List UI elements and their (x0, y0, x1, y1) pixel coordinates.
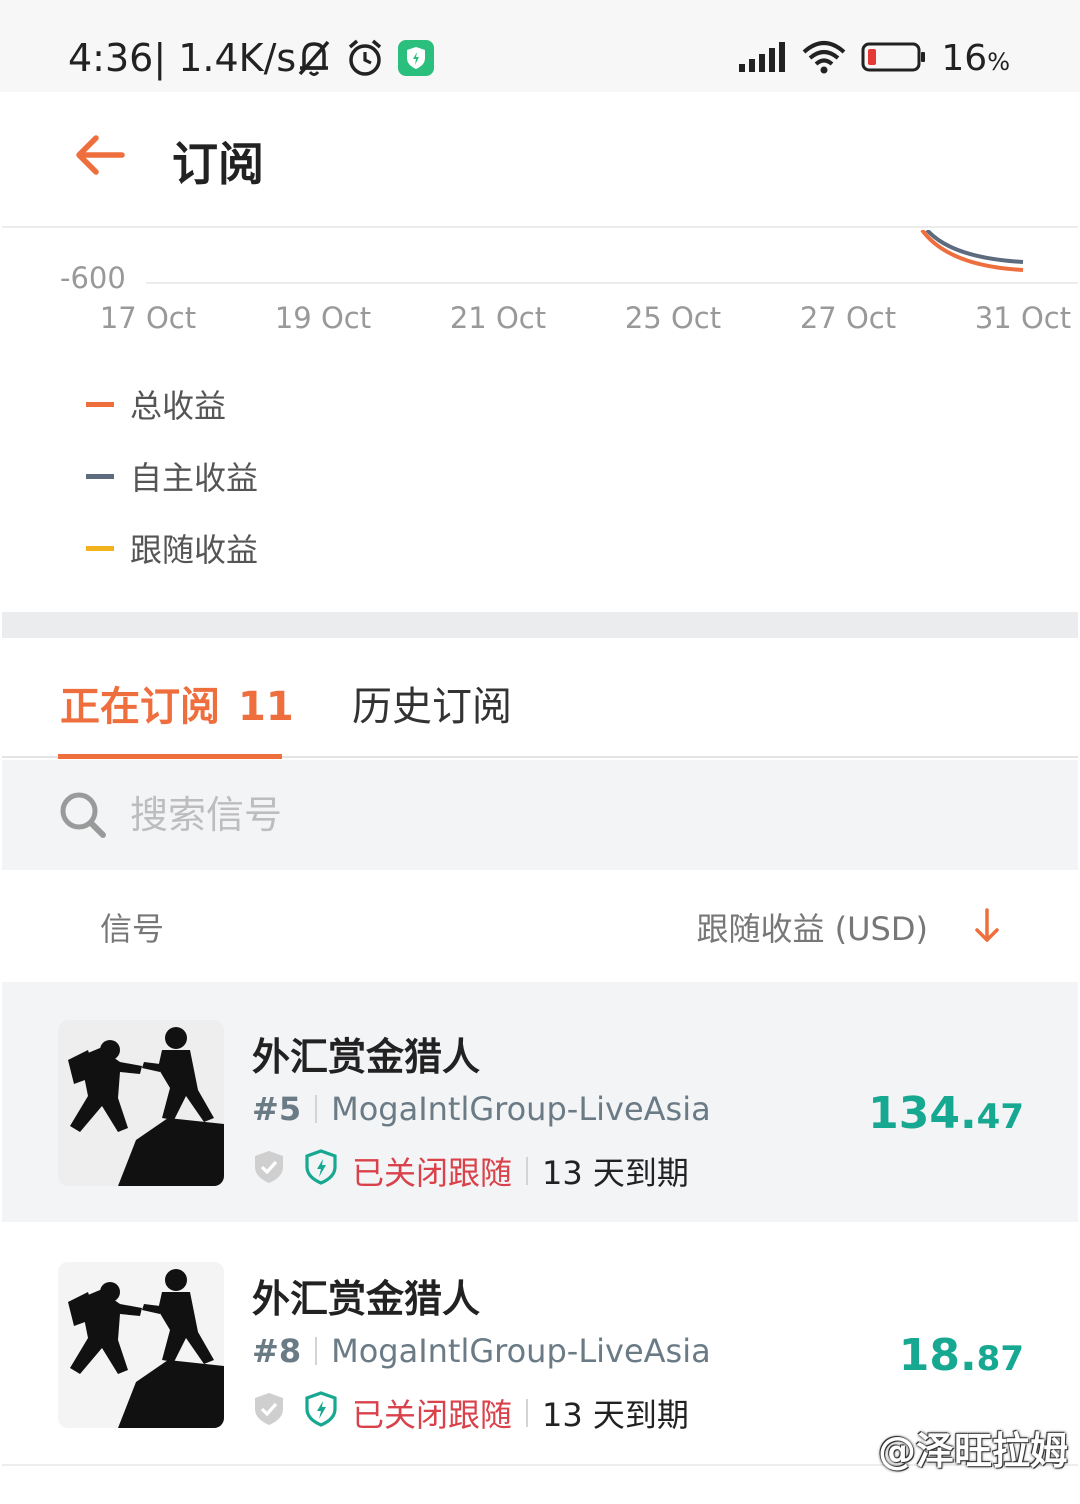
tab-count: 11 (238, 684, 294, 730)
subscription-tabs: 正在订阅 11 历史订阅 (2, 638, 1078, 759)
signal-status: 已关闭跟随 13 天到期 (252, 1148, 689, 1194)
signal-rank: #5 (252, 1090, 302, 1128)
legend-label: 总收益 (130, 387, 227, 425)
x-tick-label: 27 Oct (800, 301, 896, 335)
legend-item-self[interactable]: 自主收益 (86, 440, 258, 512)
profit-decimal: 47 (976, 1097, 1024, 1137)
signal-name: 外汇赏金猎人 (252, 1277, 481, 1321)
signal-icon (739, 41, 787, 76)
x-tick-label: 31 Oct (975, 301, 1071, 335)
shield-check-icon (252, 1149, 286, 1193)
divider (526, 1157, 529, 1185)
tab-history-subscriptions[interactable]: 历史订阅 (352, 674, 512, 732)
x-tick-label: 17 Oct (100, 301, 196, 335)
follow-profit: 18.87 (899, 1330, 1024, 1381)
signal-server: MogaIntlGroup-LiveAsia (331, 1090, 711, 1128)
signal-meta: #8 MogaIntlGroup-LiveAsia (252, 1332, 711, 1370)
signal-avatar (58, 1020, 224, 1186)
watermark: @泽旺拉姆 (877, 1429, 1068, 1473)
status-time: 4:36| 1.4K/s (68, 36, 297, 80)
legend-swatch (86, 473, 114, 479)
tab-label: 历史订阅 (352, 684, 512, 730)
tab-current-subscriptions[interactable]: 正在订阅 11 (60, 674, 294, 732)
profit-integer: 18. (898, 1330, 977, 1381)
search-icon (58, 790, 108, 844)
legend-item-follow[interactable]: 跟随收益 (86, 512, 258, 584)
x-tick-label: 21 Oct (450, 301, 546, 335)
y-tick-label: -600 (60, 261, 126, 295)
vpn-shield-icon (398, 40, 434, 80)
legend-swatch (86, 401, 114, 407)
profit-chart: -600 17 Oct 19 Oct 21 Oct 25 Oct 27 Oct … (2, 230, 1078, 612)
shield-check-icon (252, 1391, 286, 1435)
app-header: 订阅 (2, 92, 1078, 228)
signal-name: 外汇赏金猎人 (252, 1035, 481, 1079)
page-title: 订阅 (172, 137, 264, 191)
back-button[interactable] (72, 130, 132, 180)
legend-item-total[interactable]: 总收益 (86, 368, 258, 440)
signal-avatar (58, 1262, 224, 1428)
follow-profit: 134.47 (868, 1088, 1024, 1139)
chart-plot: -600 17 Oct 19 Oct 21 Oct 25 Oct 27 Oct … (60, 230, 1078, 335)
tab-label: 正在订阅 (60, 684, 220, 730)
signal-server: MogaIntlGroup-LiveAsia (331, 1332, 711, 1370)
list-item[interactable]: 外汇赏金猎人 #5 MogaIntlGroup-LiveAsia 已关闭跟随 1… (2, 982, 1078, 1222)
legend-swatch (86, 545, 114, 551)
arrow-left-icon (76, 135, 125, 175)
follow-status: 已关闭跟随 (352, 1396, 513, 1434)
divider (315, 1337, 318, 1365)
tab-active-indicator (58, 754, 282, 759)
battery-icon (861, 41, 927, 77)
signal-status: 已关闭跟随 13 天到期 (252, 1390, 689, 1436)
x-tick-label: 19 Oct (275, 301, 371, 335)
chart-line-total (920, 230, 1024, 272)
shield-follow-icon (304, 1391, 338, 1435)
signal-rank: #8 (252, 1332, 302, 1370)
legend-label: 跟随收益 (130, 531, 259, 569)
shield-follow-icon (304, 1149, 338, 1193)
bell-muted-icon (296, 38, 332, 82)
legend-label: 自主收益 (130, 459, 259, 497)
list-column-header: 信号 跟随收益 (USD) (2, 870, 1078, 980)
chart-legend: 总收益 自主收益 跟随收益 (86, 368, 258, 584)
battery-percent: 16% (941, 38, 1010, 79)
expiry-days: 13 天到期 (542, 1154, 689, 1192)
section-divider (2, 612, 1078, 638)
signal-meta: #5 MogaIntlGroup-LiveAsia (252, 1090, 711, 1128)
arrow-down-icon (975, 908, 999, 942)
follow-status: 已关闭跟随 (352, 1154, 513, 1192)
profit-integer: 134. (868, 1088, 977, 1139)
column-follow-profit[interactable]: 跟随收益 (USD) (696, 904, 928, 950)
sort-desc-button[interactable] (972, 906, 1002, 946)
x-tick-label: 25 Oct (625, 301, 721, 335)
divider (315, 1095, 318, 1123)
search-bar (2, 760, 1078, 870)
status-bar: 4:36| 1.4K/s 16% (0, 0, 1080, 92)
search-input[interactable] (130, 786, 1030, 844)
alarm-icon (346, 38, 384, 82)
expiry-days: 13 天到期 (542, 1396, 689, 1434)
column-signal: 信号 (100, 910, 165, 948)
profit-decimal: 87 (976, 1339, 1024, 1379)
wifi-icon (801, 40, 847, 78)
divider (526, 1399, 529, 1427)
